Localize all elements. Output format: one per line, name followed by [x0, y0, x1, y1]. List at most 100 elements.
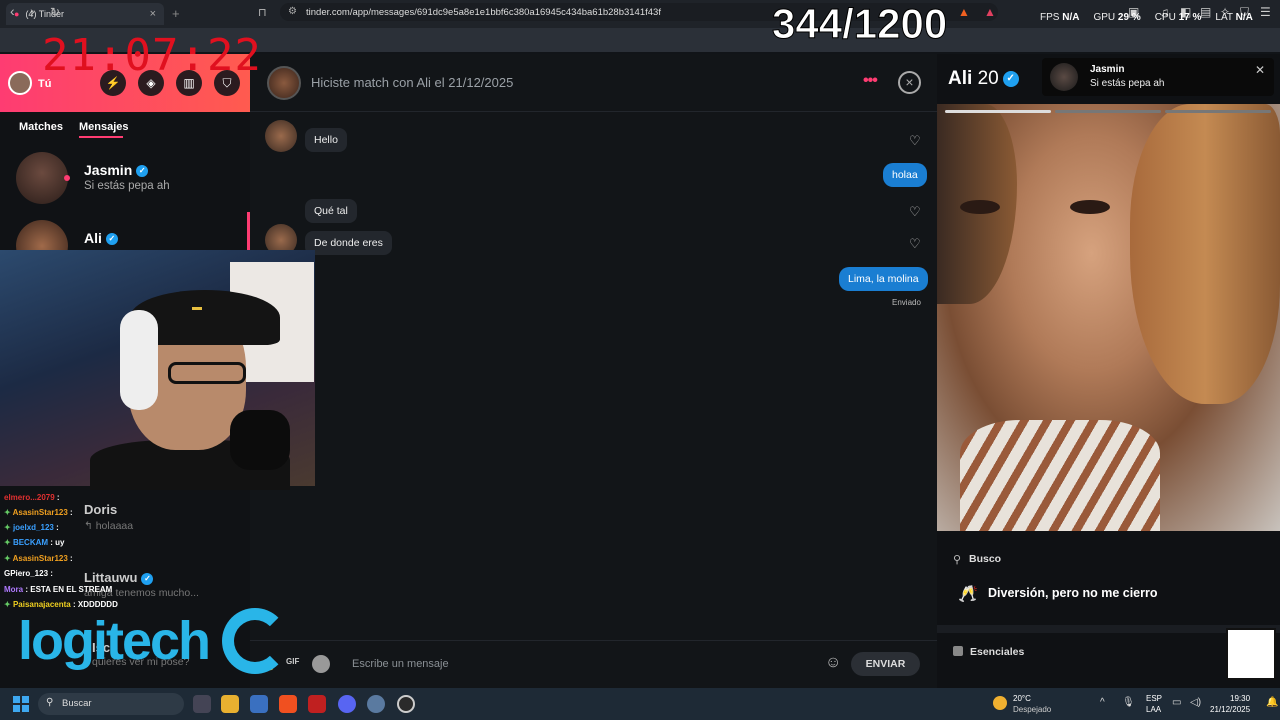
clock-time[interactable]: 19:30: [1230, 694, 1250, 703]
sent-message: Lima, la molina: [839, 267, 928, 291]
clock-date[interactable]: 21/12/2025: [1210, 705, 1250, 714]
reload-icon[interactable]: ↻: [50, 5, 60, 19]
like-message-icon[interactable]: ♡: [909, 236, 921, 252]
task-view-icon[interactable]: [193, 695, 211, 713]
windows-taskbar: [0, 688, 1280, 720]
close-chat-icon[interactable]: ×: [898, 71, 921, 94]
gpu-label: GPU: [1093, 12, 1116, 23]
like-message-icon[interactable]: ♡: [909, 204, 921, 220]
new-tab-icon[interactable]: +: [172, 6, 180, 21]
taskbar-search[interactable]: Buscar: [38, 693, 184, 715]
fps-value: N/A: [1062, 12, 1080, 23]
chat-user: Paisanajacenta: [12, 600, 71, 609]
pixel-mascot: [1226, 628, 1276, 680]
lat-label: LAT: [1215, 12, 1233, 23]
store-icon[interactable]: [250, 695, 268, 713]
bookmark-icon[interactable]: ⊓: [258, 6, 267, 19]
message-input[interactable]: Escribe un mensaje: [352, 658, 449, 670]
weather-temperature[interactable]: 20°C: [1013, 694, 1031, 703]
match-date-title: Hiciste match con Ali el 21/12/2025: [311, 75, 514, 90]
chat-user: BECKAM: [12, 538, 49, 547]
tab-matches[interactable]: Matches: [19, 121, 63, 133]
chat-line: ✦ Paisanajacenta : XDDDDDD: [4, 600, 118, 609]
settings-icon[interactable]: [367, 695, 385, 713]
more-options-icon[interactable]: •••: [863, 72, 878, 90]
avatar: [16, 152, 68, 204]
logitech-g-logo: [222, 608, 288, 674]
brave-shield-icon[interactable]: ▲: [958, 5, 970, 19]
looking-for-label: Busco: [969, 553, 1002, 565]
file-explorer-icon[interactable]: [221, 695, 239, 713]
obs-icon[interactable]: [397, 695, 415, 713]
gpu-value: 29 %: [1117, 12, 1141, 23]
photo-hair-right: [1130, 104, 1280, 404]
cpu-label: CPU: [1154, 12, 1176, 23]
emoji-icon[interactable]: ☺: [825, 654, 841, 672]
tab-messages[interactable]: Mensajes: [79, 121, 129, 133]
app-icon[interactable]: [308, 695, 326, 713]
webcam-headphones: [120, 310, 158, 410]
essentials-icon: [953, 646, 963, 656]
send-button[interactable]: ENVIAR: [851, 652, 920, 676]
chat-user: Mora: [4, 585, 24, 594]
photo-eye-right: [1070, 200, 1110, 214]
webcam-cap-logo: ▬: [192, 302, 202, 313]
lat-value: N/A: [1235, 12, 1253, 23]
microphone-icon[interactable]: 🎙: [1122, 697, 1135, 708]
discord-icon[interactable]: [338, 695, 356, 713]
close-tab-icon[interactable]: ×: [150, 8, 156, 20]
chat-user: GPiero_123: [4, 569, 49, 578]
photo-progress[interactable]: [1055, 110, 1161, 113]
search-icon: ⚲: [46, 697, 54, 708]
forward-icon[interactable]: ›: [30, 3, 35, 19]
tray-expand-icon[interactable]: ^: [1100, 697, 1105, 708]
webcam-microphone: [230, 410, 290, 470]
sent-message: holaa: [883, 163, 927, 187]
cpu-value: 17 %: [1178, 12, 1202, 23]
match-avatar[interactable]: [267, 66, 301, 100]
menu-icon[interactable]: ☰: [1260, 5, 1271, 19]
notification-name: Jasmin: [1090, 64, 1125, 75]
language-code[interactable]: ESP: [1146, 694, 1162, 703]
webcam-glasses: [168, 362, 246, 384]
close-notification-icon[interactable]: ✕: [1255, 63, 1265, 77]
chat-line: ✦ AsasinStar123 :: [4, 554, 73, 563]
search-icon: ⚲: [953, 554, 962, 566]
chat-user: joelxd_123: [12, 523, 54, 532]
chat-line: ✦ AsasinStar123 :: [4, 508, 73, 517]
gif-button[interactable]: GIF: [286, 657, 304, 671]
network-icon[interactable]: ▭: [1172, 697, 1181, 708]
photo-progress[interactable]: [1165, 110, 1271, 113]
notifications-icon[interactable]: 🔔: [1266, 697, 1278, 708]
windows-start-icon[interactable]: [13, 696, 29, 712]
match-message-avatar: [265, 120, 297, 152]
conversation-item[interactable]: Jasmin ✓ Si estás pepa ah: [0, 146, 250, 216]
fps-label: FPS: [1040, 12, 1060, 23]
essentials-heading: Esenciales: [970, 646, 1025, 658]
conversation-name-text: Jasmin: [84, 162, 133, 178]
back-icon[interactable]: ‹: [10, 3, 15, 19]
keyboard-layout[interactable]: LAA: [1146, 705, 1161, 714]
performance-overlay: FPS N/A GPU 29 % CPU 17 % LAT N/A: [1040, 12, 1253, 23]
like-message-icon[interactable]: ♡: [909, 133, 921, 149]
site-info-icon[interactable]: ⚙: [288, 6, 297, 17]
stream-counter: 344/1200: [771, 0, 948, 48]
brave-rewards-icon[interactable]: ▲: [984, 5, 996, 19]
chat-line: ✦ BECKAM : uy: [4, 538, 65, 547]
chat-line: ✦ joelxd_123 :: [4, 523, 59, 532]
chat-user: AsasinStar123: [12, 508, 68, 517]
spotify-icon[interactable]: [312, 655, 330, 673]
volume-icon[interactable]: ◁): [1190, 697, 1201, 708]
conversation-name: Jasmin ✓: [84, 162, 149, 178]
brave-browser-icon[interactable]: [279, 695, 297, 713]
active-tab-indicator: [79, 136, 123, 138]
chat-line: Mora : ESTA EN EL STREAM: [4, 585, 113, 594]
my-profile-avatar[interactable]: [8, 71, 32, 95]
looking-for-value: Diversión, pero no me cierro: [988, 586, 1158, 600]
weather-condition[interactable]: Despejado: [1013, 705, 1051, 714]
chat-user: elmero...2079: [4, 493, 55, 502]
weather-moon-icon[interactable]: [993, 696, 1007, 710]
chat-line: GPiero_123 :: [4, 569, 53, 578]
photo-progress-active[interactable]: [945, 110, 1051, 113]
chat-text: ESTA EN EL STREAM: [30, 585, 113, 594]
